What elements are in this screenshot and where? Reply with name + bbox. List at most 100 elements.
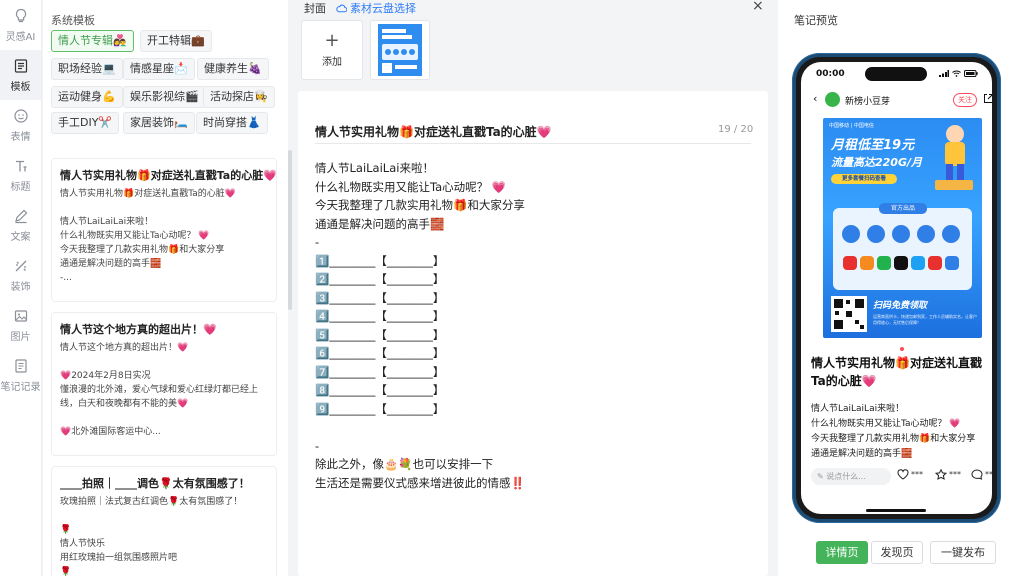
preview-body-line: 通通是解决问题的高手🧱 [811,449,913,459]
note-title-input[interactable]: 情人节实用礼物🎁对症送礼直戳Ta的心脏💗 [315,123,552,140]
template-card-line: -... [60,273,72,283]
template-chip-diy[interactable]: 手工DIY✂️ [51,112,120,134]
phone-frame: 00:00 ‹ 新榜小豆芽 关注 中国移动 | 中国电信 月租低至19元 流量高… [792,53,1001,523]
follow-button[interactable]: 关注 [953,93,977,107]
back-icon[interactable]: ‹ [813,92,817,105]
rail-label: 装饰 [10,281,31,293]
template-chip-health[interactable]: 健康养生🍇 [197,58,269,80]
account-name[interactable]: 新榜小豆芽 [845,94,890,107]
cover-thumbnail[interactable] [370,20,430,80]
template-icon [14,58,27,73]
body-line: 5️⃣________【________】 [315,327,445,342]
template-card-line: 今天我整理了几款实用礼物🎁和大家分享 [60,245,225,255]
template-chip-shop-visit[interactable]: 活动探店👩‍🍳 [203,86,275,108]
note-editor[interactable]: 情人节实用礼物🎁对症送礼直戳Ta的心脏💗 19 / 20 情人节LaiLaiLa… [298,91,768,576]
template-card-line: 💗北外滩国际客运中心... [60,427,161,437]
rail-item-decoration[interactable]: 装饰 [0,250,41,300]
battery-icon [964,70,978,77]
rail-item-title[interactable]: 标题 [0,150,41,200]
template-card[interactable]: 情人节这个地方真的超出片！💗 情人节这个地方真的超出片！💗 💗2024年2月8日… [51,312,277,456]
template-scrollbar[interactable] [288,0,292,576]
body-line: 1️⃣________【________】 [315,253,445,268]
tab-detail-page[interactable]: 详情页 [816,541,868,564]
note-cover-image[interactable]: 中国移动 | 中国电信 月租低至19元 流量高达220G/月 更多套餐扫码查看 … [823,118,982,338]
phone-screen: 00:00 ‹ 新榜小豆芽 关注 中国移动 | 中国电信 月租低至19元 流量高… [801,62,992,514]
heart-icon [897,469,909,480]
rail-label: 表情 [10,131,31,143]
comment-input[interactable]: ✎ 说点什么... [811,468,891,485]
template-chip-home-decor[interactable]: 家居装饰🛏️ [123,112,195,134]
template-card-line: 情人节实用礼物🎁对症送礼直戳Ta的心脏💗 [60,189,236,199]
add-cover-button[interactable]: + 添加 [301,20,363,80]
template-card-title: ____拍照｜____调色🌹太有氛围感了！ [60,477,250,490]
rail-item-notes-record[interactable]: 笔记记录 [0,350,41,400]
preview-note-title: 情人节实用礼物🎁对症送礼直戳Ta的心脏💗 [811,356,982,388]
qr-code [831,296,867,332]
like-button[interactable]: *** [897,469,923,480]
poster-headline: 流量高达220G/月 [831,156,923,169]
poster-small-print: 运营商直供卡，快递包邮到家，工作人员辅助实名，让客户用得放心，无忧售后保障！ [873,314,977,325]
template-card-line [60,201,268,215]
preview-body-line: 今天我整理了几款实用礼物🎁和大家分享 [811,434,976,444]
poster-cta: 更多套餐扫码查看 [831,174,897,184]
rail-label: 文案 [10,231,31,243]
poster-brand: 中国移动 | 中国电信 [829,123,874,129]
body-line: 今天我整理了几款实用礼物🎁和大家分享 [315,198,525,212]
status-time: 00:00 [816,69,845,79]
phone-notch [865,67,927,81]
rail-item-emoji[interactable]: 表情 [0,100,41,150]
copywriting-icon [14,209,27,223]
body-line: 除此之外，像🎂💐也可以安排一下 [315,457,494,471]
rail-item-inspiration[interactable]: 灵感AI [0,0,41,50]
body-line: - [315,235,320,249]
carousel-indicator [900,347,904,351]
template-section-title: 系统模板 [51,14,95,27]
rail-item-copywriting[interactable]: 文案 [0,200,41,250]
template-card[interactable]: ____拍照｜____调色🌹太有氛围感了！ 玫瑰拍照｜法式复古红调色🌹太有氛围感… [51,466,277,576]
poster-scan-text: 扫码免费领取 [873,301,928,311]
note-preview-panel: 笔记预览 00:00 ‹ 新榜小豆芽 关注 中国移动 | 中国电信 月租低至19… [778,0,1024,576]
template-panel: 系统模板 情人节专辑👩‍❤️‍👨 开工特辑💼 职场经验💻 情感星座📩 健康养生🍇… [43,0,288,576]
scrollbar-thumb[interactable] [288,150,292,310]
rail-label: 笔记记录 [0,381,41,393]
cover-thumbnail-image [378,24,422,76]
rail-label: 图片 [10,331,31,343]
template-card-line: 🌹 [60,567,72,576]
like-count: *** [911,470,923,479]
template-card[interactable]: 情人节实用礼物🎁对症送礼直戳Ta的心脏💗 情人节实用礼物🎁对症送礼直戳Ta的心脏… [51,158,277,302]
template-chip-entertainment[interactable]: 娱乐影视综🎬 [123,86,206,108]
home-indicator [866,509,926,512]
account-avatar[interactable] [825,92,840,107]
one-click-publish-button[interactable]: 一键发布 [930,541,996,564]
template-chip-fitness[interactable]: 运动健身💪 [51,86,123,108]
comment-button[interactable]: *** [971,469,992,480]
image-icon [14,309,27,322]
comment-placeholder: 说点什么... [826,472,866,481]
emoji-icon [13,108,28,123]
rail-item-image[interactable]: 图片 [0,300,41,350]
template-card-title: 情人节实用礼物🎁对症送礼直戳Ta的心脏💗 [60,169,277,182]
title-icon [15,160,26,171]
cloud-disk-link[interactable]: 素材云盘选择 [336,0,416,16]
template-chip-work-start[interactable]: 开工特辑💼 [140,30,212,52]
template-card-title: 情人节这个地方真的超出片！💗 [60,323,217,336]
mascot-illustration [935,125,973,190]
template-chip-emotion[interactable]: 情感星座📩 [123,58,195,80]
note-header: ‹ 新榜小豆芽 关注 [801,90,992,110]
note-body-textarea[interactable]: 情人节LaiLaiLai来啦！ 什么礼物既实用又能让Ta心动呢？ 💗 今天我整理… [315,159,751,492]
preview-title: 笔记预览 [794,14,838,27]
template-card-line: 情人节这个地方真的超出片！💗 [60,343,189,353]
share-icon[interactable] [983,93,992,104]
tab-discover-page[interactable]: 发现页 [871,541,923,564]
notes-record-icon [14,358,27,373]
template-chip-fashion[interactable]: 时尚穿搭👗 [196,112,268,134]
preview-body-line: 情人节LaiLaiLai来啦！ [811,404,905,414]
body-line [315,418,751,437]
template-chip-valentine[interactable]: 情人节专辑👩‍❤️‍👨 [51,30,134,52]
poster-panel: 官方出品 [833,203,972,290]
rail-item-template[interactable]: 模板 [0,50,41,100]
favorite-button[interactable]: *** [935,469,961,480]
template-chip-career[interactable]: 职场经验💻 [51,58,123,80]
body-line: 4️⃣________【________】 [315,309,445,323]
close-icon[interactable]: × [752,0,764,14]
